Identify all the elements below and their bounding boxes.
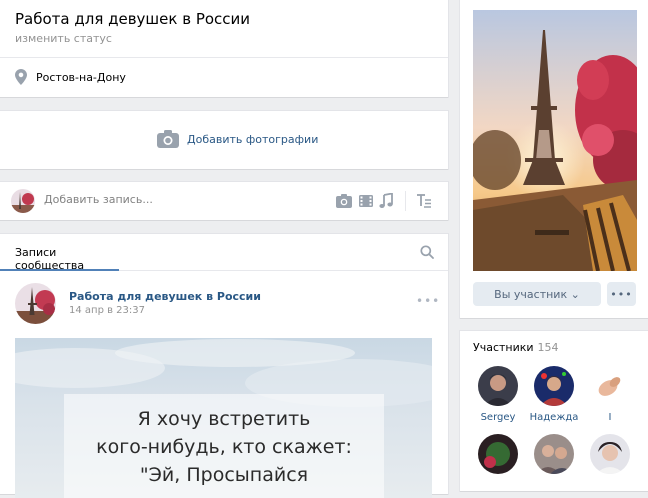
members-title: Участники: [473, 341, 534, 354]
member-name: I: [608, 412, 612, 423]
post-image[interactable]: Я хочу встретить кого-нибудь, кто скажет…: [15, 338, 432, 498]
wall-tabs: Записи сообщества: [0, 234, 448, 272]
quote-line: кого-нибудь, кто скажет:: [96, 436, 352, 458]
quote-line: Я хочу встретить: [137, 408, 311, 430]
post-author-avatar[interactable]: [15, 283, 56, 324]
camera-icon: [157, 130, 179, 148]
avatar: [11, 189, 35, 213]
member-name: Sergey: [480, 412, 516, 423]
photos-block: Добавить фотографии: [0, 111, 448, 169]
quote-line: "Эй, Просыпайся: [139, 464, 309, 486]
camera-icon[interactable]: [336, 193, 352, 209]
member-avatar: [590, 434, 630, 474]
quote-box: Я хочу встретить кого-нибудь, кто скажет…: [64, 394, 384, 498]
tab-community-posts[interactable]: Записи сообщества: [0, 234, 119, 272]
change-status-link[interactable]: изменить статус: [15, 32, 112, 45]
member-avatar: [534, 366, 574, 406]
add-photos-button[interactable]: Добавить фотографии: [157, 130, 318, 148]
cover-block: [460, 0, 648, 318]
member-item[interactable]: [584, 434, 636, 480]
more-actions-button[interactable]: •••: [607, 282, 636, 306]
video-icon[interactable]: [358, 193, 374, 209]
post-date[interactable]: 14 апр в 23:37: [69, 305, 145, 316]
post-input[interactable]: Добавить запись...: [44, 193, 153, 206]
search-icon[interactable]: [420, 245, 434, 259]
location-pin-icon: [15, 69, 27, 85]
location-text[interactable]: Ростов-на-Дону: [36, 71, 126, 84]
post-author-link[interactable]: Работа для девушек в России: [69, 290, 261, 303]
page-title: Работа для девушек в России: [15, 10, 251, 28]
location-row: Ростов-на-Дону: [15, 67, 126, 87]
membership-dropdown-button[interactable]: Вы участник ⌄: [473, 282, 601, 306]
group-header: Работа для девушек в России изменить ста…: [0, 0, 448, 97]
member-item[interactable]: [528, 434, 580, 480]
wall-block: Записи сообщества Работа для девушек в Р…: [0, 234, 448, 498]
member-avatar: [478, 434, 518, 474]
music-icon[interactable]: [378, 193, 394, 209]
divider: [0, 57, 448, 58]
community-cover-image[interactable]: [473, 10, 637, 271]
members-header[interactable]: Участники 154: [473, 341, 559, 354]
post-composer: Добавить запись...: [0, 182, 448, 220]
member-avatar: [478, 366, 518, 406]
members-block: Участники 154 Sergey Надежда I: [460, 331, 648, 491]
member-item[interactable]: [472, 434, 524, 480]
add-photos-label: Добавить фотографии: [187, 132, 319, 146]
member-item[interactable]: I: [584, 366, 636, 423]
member-item[interactable]: Sergey: [472, 366, 524, 423]
member-name: Надежда: [529, 412, 579, 423]
member-avatar: [590, 366, 630, 406]
members-count: 154: [537, 341, 559, 354]
text-format-icon[interactable]: [416, 193, 432, 209]
divider: [405, 191, 406, 211]
active-tab-indicator: [0, 269, 119, 271]
member-avatar: [534, 434, 574, 474]
member-item[interactable]: Надежда: [528, 366, 580, 423]
post-menu-button[interactable]: •••: [416, 294, 440, 308]
